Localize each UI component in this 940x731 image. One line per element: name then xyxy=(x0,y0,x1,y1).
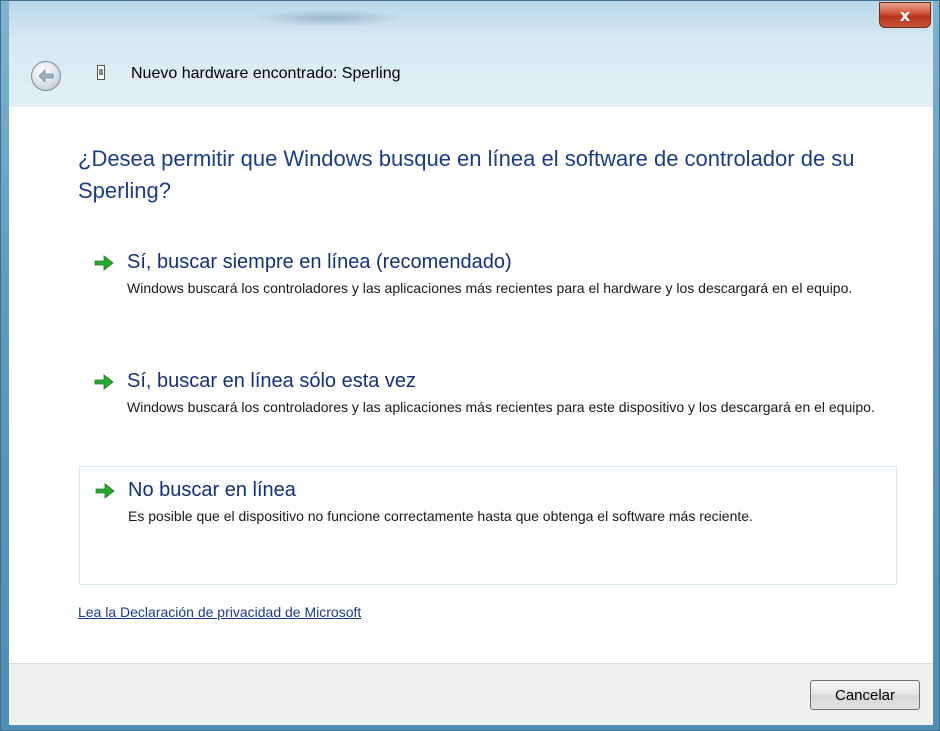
close-button[interactable]: x xyxy=(879,2,931,28)
green-arrow-icon xyxy=(94,255,114,271)
back-button[interactable] xyxy=(31,61,61,91)
page-question: ¿Desea permitir que Windows busque en lí… xyxy=(78,146,855,203)
dialog-window: Nuevo hardware encontrado: Sperling x ¿D… xyxy=(0,0,940,731)
title-bar: Nuevo hardware encontrado: Sperling xyxy=(9,1,933,107)
option-do-not-search[interactable]: No buscar en línea Es posible que el dis… xyxy=(79,466,897,585)
option-title: Sí, buscar en línea sólo esta vez xyxy=(127,370,417,392)
back-arrow-icon xyxy=(38,69,54,83)
cancel-button[interactable]: Cancelar xyxy=(810,680,920,710)
option-title: Sí, buscar siempre en línea (recomendado… xyxy=(127,251,512,273)
green-arrow-icon xyxy=(95,483,115,499)
device-icon xyxy=(97,65,105,80)
option-description: Windows buscará los controladores y las … xyxy=(127,399,875,415)
dialog-content: ¿Desea permitir que Windows busque en lí… xyxy=(9,107,933,663)
option-search-always[interactable]: Sí, buscar siempre en línea (recomendado… xyxy=(79,239,897,313)
option-search-once[interactable]: Sí, buscar en línea sólo esta vez Window… xyxy=(79,358,897,432)
window-title: Nuevo hardware encontrado: Sperling xyxy=(131,65,401,82)
option-title: No buscar en línea xyxy=(128,479,296,501)
dialog-footer: Cancelar xyxy=(9,663,933,725)
title-glow xyxy=(254,9,404,27)
privacy-statement-link[interactable]: Lea la Declaración de privacidad de Micr… xyxy=(78,604,361,620)
green-arrow-icon xyxy=(94,374,114,390)
option-description: Es posible que el dispositivo no funcion… xyxy=(128,508,753,524)
option-description: Windows buscará los controladores y las … xyxy=(127,280,853,296)
